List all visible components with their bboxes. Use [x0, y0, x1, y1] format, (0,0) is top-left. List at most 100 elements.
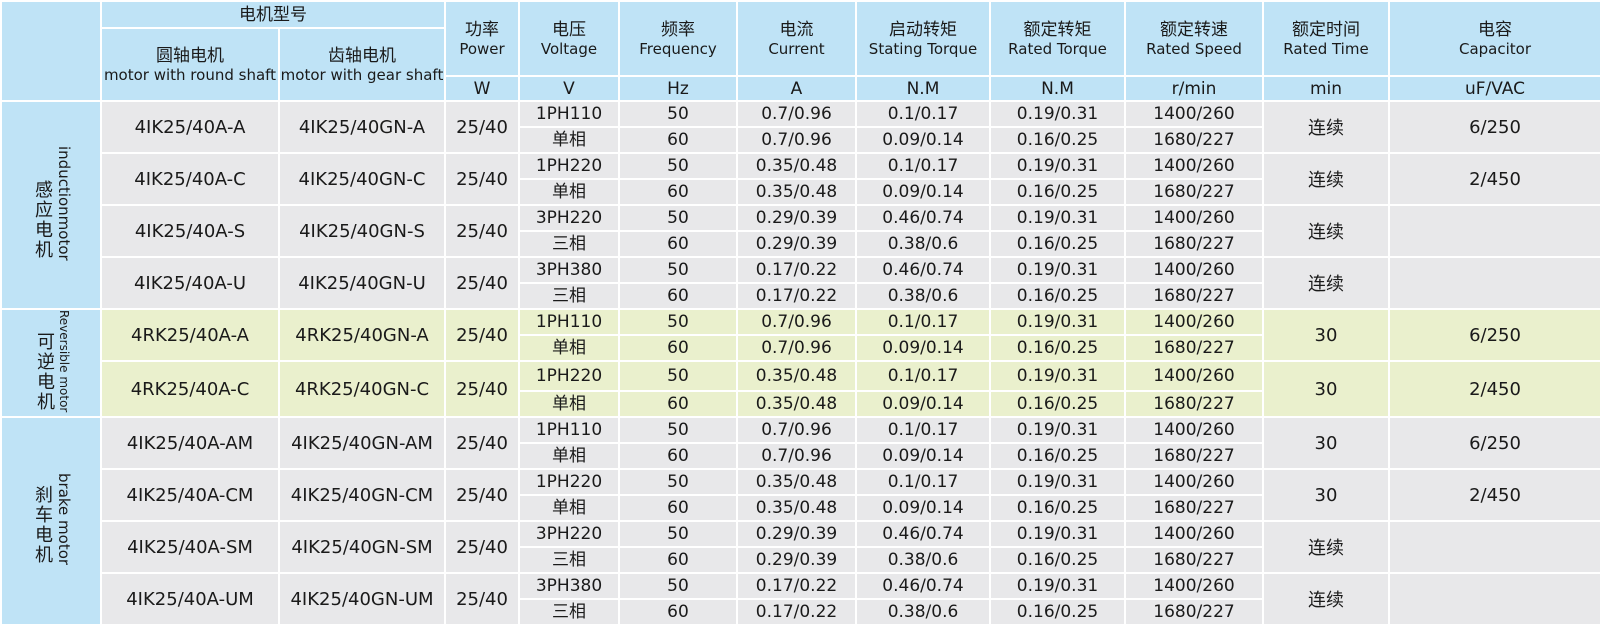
- voltage-value: 3PH380: [518, 256, 620, 284]
- unit-rated-torque: N.M: [989, 75, 1126, 102]
- rated-speed-value: 1400/260: [1124, 256, 1264, 284]
- rated-torque-value: 0.16/0.25: [989, 442, 1126, 471]
- round-shaft-model: 4IK25/40A-U: [100, 256, 280, 310]
- starting-torque-value: 0.38/0.6: [855, 598, 991, 626]
- capacitor-value: [1388, 520, 1600, 575]
- rated-time-value: 连续: [1262, 100, 1390, 154]
- rated-speed-value: 1400/260: [1124, 572, 1264, 601]
- current-value: 0.35/0.48: [736, 359, 857, 393]
- capacitor-value: 2/450: [1388, 468, 1600, 523]
- current-value: 0.29/0.39: [736, 204, 857, 232]
- gear-shaft-model: 4IK25/40GN-C: [278, 152, 446, 206]
- rated-time-value: 30: [1262, 359, 1390, 419]
- rated-torque-value: 0.16/0.25: [989, 494, 1126, 523]
- capacitor-value: 2/450: [1388, 359, 1600, 419]
- gear-shaft-model: 4RK25/40GN-A: [278, 308, 446, 362]
- header-model: 电机型号: [100, 0, 446, 29]
- capacitor-value: 6/250: [1388, 308, 1600, 362]
- rated-speed-value: 1400/260: [1124, 152, 1264, 180]
- current-value: 0.35/0.48: [736, 390, 857, 419]
- phase-label: 单相: [518, 442, 620, 471]
- current-value: 0.35/0.48: [736, 152, 857, 180]
- frequency-value: 60: [618, 178, 738, 206]
- unit-power: W: [444, 75, 520, 102]
- phase-label: 单相: [518, 494, 620, 523]
- phase-label: 三相: [518, 230, 620, 258]
- phase-label: 单相: [518, 390, 620, 419]
- rated-torque-value: 0.19/0.31: [989, 468, 1126, 497]
- voltage-value: 1PH110: [518, 100, 620, 128]
- unit-capacitor: uF/VAC: [1388, 75, 1600, 102]
- rated-torque-value: 0.19/0.31: [989, 100, 1126, 128]
- gear-shaft-model: 4RK25/40GN-C: [278, 359, 446, 419]
- header-starting-torque: 启动转矩 Stating Torque: [855, 0, 991, 77]
- starting-torque-value: 0.1/0.17: [855, 468, 991, 497]
- rated-torque-value: 0.16/0.25: [989, 598, 1126, 626]
- rated-speed-value: 1400/260: [1124, 520, 1264, 549]
- rated-torque-value: 0.19/0.31: [989, 359, 1126, 393]
- round-shaft-model: 4IK25/40A-UM: [100, 572, 280, 626]
- voltage-value: 1PH110: [518, 308, 620, 336]
- rated-time-value: 30: [1262, 308, 1390, 362]
- phase-label: 三相: [518, 546, 620, 575]
- rated-time-value: 连续: [1262, 520, 1390, 575]
- frequency-value: 50: [618, 416, 738, 445]
- table-row: 刹车电机 brake motor 4IK25/40A-AM 4IK25/40GN-AM…: [0, 416, 1600, 626]
- unit-rated-time: min: [1262, 75, 1390, 102]
- rated-time-value: 连续: [1262, 152, 1390, 206]
- unit-current: A: [736, 75, 857, 102]
- starting-torque-value: 0.09/0.14: [855, 178, 991, 206]
- current-value: 0.7/0.96: [736, 308, 857, 336]
- unit-frequency: Hz: [618, 75, 738, 102]
- rated-time-value: 30: [1262, 416, 1390, 471]
- current-value: 0.7/0.96: [736, 416, 857, 445]
- group-name-zh: 感应电机: [32, 180, 53, 261]
- rated-speed-value: 1680/227: [1124, 334, 1264, 362]
- header-rated-speed: 额定转速 Rated Speed: [1124, 0, 1264, 77]
- rated-time-value: 30: [1262, 468, 1390, 523]
- current-value: 0.7/0.96: [736, 100, 857, 128]
- starting-torque-value: 0.09/0.14: [855, 494, 991, 523]
- round-shaft-model: 4IK25/40A-SM: [100, 520, 280, 575]
- phase-label: 三相: [518, 282, 620, 310]
- rated-speed-value: 1400/260: [1124, 204, 1264, 232]
- table-row: 可逆电机 Reversible motor 4RK25/40A-A 4RK25/40G…: [0, 307, 1600, 419]
- header-rated-time: 额定时间 Rated Time: [1262, 0, 1390, 77]
- frequency-value: 60: [618, 282, 738, 310]
- header-capacitor: 电容 Capacitor: [1388, 0, 1600, 77]
- unit-starting-torque: N.M: [855, 75, 991, 102]
- frequency-value: 60: [618, 390, 738, 419]
- table-row: 4IK25/40A-SM 4IK25/40GN-SM 25/40 3PH220 50 0.…: [1, 520, 1600, 575]
- voltage-value: 3PH380: [518, 572, 620, 601]
- gear-shaft-model: 4IK25/40GN-S: [278, 204, 446, 258]
- starting-torque-value: 0.46/0.74: [855, 520, 991, 549]
- rated-torque-value: 0.16/0.25: [989, 230, 1126, 258]
- group-name-en: inductionmotor: [55, 145, 73, 261]
- current-value: 0.35/0.48: [736, 178, 857, 206]
- header-corner-cell: [0, 0, 102, 102]
- group-label: 可逆电机 Reversible motor: [0, 307, 102, 419]
- rated-torque-value: 0.16/0.25: [989, 178, 1126, 206]
- frequency-value: 50: [618, 359, 738, 393]
- header-gear-shaft: 齿轴电机 motor with gear shaft: [278, 27, 446, 102]
- header-rated-torque: 额定转矩 Rated Torque: [989, 0, 1126, 77]
- capacitor-value: [1388, 256, 1600, 310]
- table-row: 4IK25/40A-CM 4IK25/40GN-CM 25/40 1PH220 50 0.…: [1, 468, 1600, 523]
- rated-torque-value: 0.16/0.25: [989, 282, 1126, 310]
- round-shaft-model: 4RK25/40A-C: [100, 359, 280, 419]
- frequency-value: 60: [618, 334, 738, 362]
- starting-torque-value: 0.46/0.74: [855, 256, 991, 284]
- power-value: 25/40: [444, 572, 520, 626]
- frequency-value: 50: [618, 572, 738, 601]
- power-value: 25/40: [444, 308, 520, 362]
- rated-torque-value: 0.19/0.31: [989, 152, 1126, 180]
- capacitor-value: 6/250: [1388, 416, 1600, 471]
- rated-time-value: 连续: [1262, 256, 1390, 310]
- group-name-en: Reversible motor: [57, 310, 71, 413]
- voltage-value: 3PH220: [518, 204, 620, 232]
- rated-torque-value: 0.16/0.25: [989, 334, 1126, 362]
- current-value: 0.29/0.39: [736, 230, 857, 258]
- voltage-value: 1PH220: [518, 152, 620, 180]
- table-row: 4IK25/40A-U 4IK25/40GN-U 25/40 3PH380 50 0.17…: [1, 256, 1600, 310]
- current-value: 0.35/0.48: [736, 494, 857, 523]
